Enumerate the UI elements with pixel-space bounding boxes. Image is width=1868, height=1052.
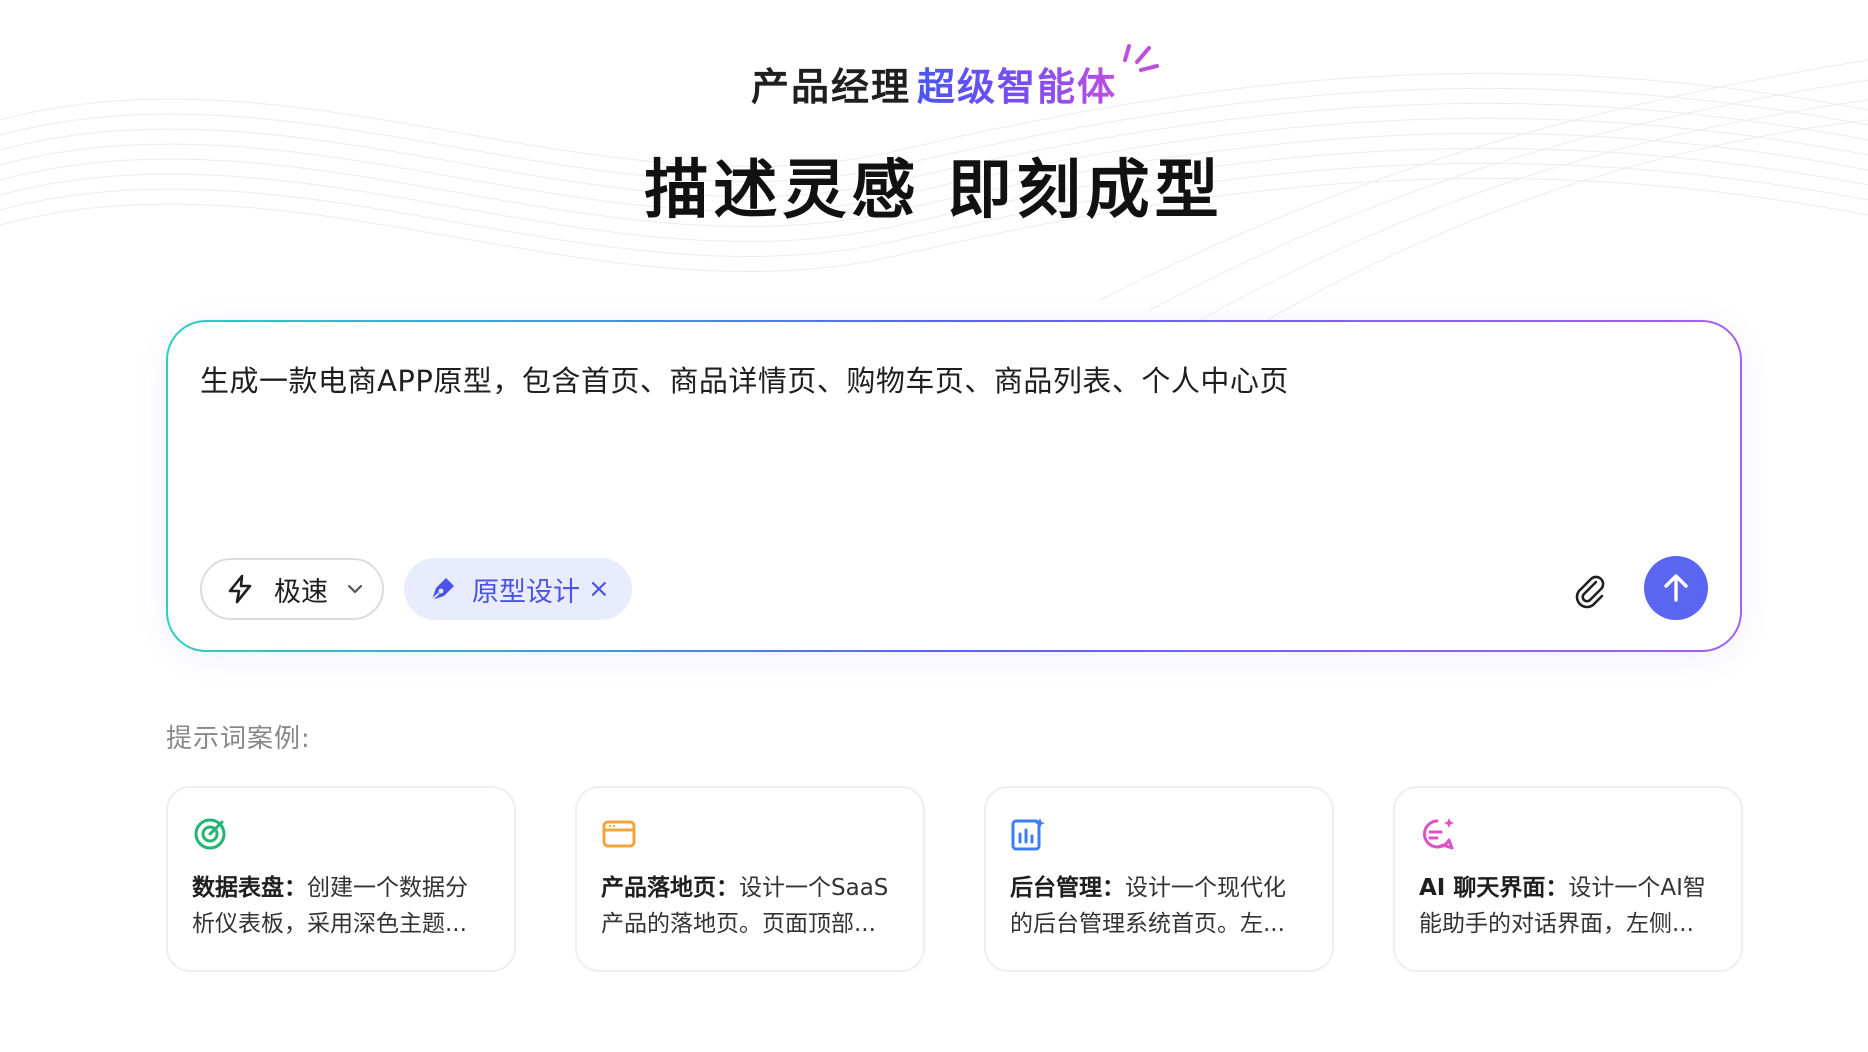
example-card-ai-chat[interactable]: AI 聊天界面：设计一个AI智能助手的对话界面，左侧...: [1393, 786, 1743, 972]
example-cards: 数据表盘：创建一个数据分析仪表板，采用深色主题... 产品落地页：设计一个Saa…: [166, 786, 1743, 972]
tag-close-button[interactable]: ×: [588, 574, 610, 604]
example-card-landing-page[interactable]: 产品落地页：设计一个SaaS产品的落地页。页面顶部...: [575, 786, 925, 972]
example-card-text: 数据表盘：创建一个数据分析仪表板，采用深色主题...: [192, 875, 468, 937]
prompt-input-box: 生成一款电商APP原型，包含首页、商品详情页、购物车页、商品列表、个人中心页 极…: [166, 320, 1742, 652]
attachment-icon[interactable]: [1570, 570, 1610, 610]
lightning-icon: [228, 574, 252, 604]
page-subtitle: 产品经理 超级智能体: [750, 44, 1160, 111]
chart-icon: [1011, 818, 1045, 851]
subtitle-plain: 产品经理: [750, 65, 911, 109]
examples-label: 提示词案例:: [166, 724, 311, 754]
pen-icon: [431, 578, 454, 601]
dashboard-icon: [194, 818, 226, 850]
speed-mode-select[interactable]: 极速: [200, 558, 384, 620]
example-card-text: AI 聊天界面：设计一个AI智能助手的对话界面，左侧...: [1419, 875, 1706, 937]
subtitle-highlight: 超级智能体: [917, 56, 1117, 111]
example-card-title: 数据表盘: [192, 875, 284, 901]
sparkle-icon: [1123, 44, 1160, 72]
example-card-admin[interactable]: 后台管理：设计一个现代化的后台管理系统首页。左...: [984, 786, 1334, 972]
example-card-dashboard[interactable]: 数据表盘：创建一个数据分析仪表板，采用深色主题...: [166, 786, 516, 972]
arrow-up-icon: [1664, 574, 1688, 602]
page-title: 描述灵感 即刻成型: [644, 154, 1224, 228]
prototype-design-label: 原型设计: [472, 576, 580, 608]
chat-icon: [1422, 818, 1454, 850]
prototype-design-tag[interactable]: 原型设计 ×: [404, 558, 632, 620]
chevron-down-icon: [347, 584, 363, 594]
example-card-text: 产品落地页：设计一个SaaS产品的落地页。页面顶部...: [601, 875, 889, 937]
example-card-text: 后台管理：设计一个现代化的后台管理系统首页。左...: [1010, 875, 1286, 937]
example-card-title: 产品落地页: [601, 875, 716, 901]
example-card-title: 后台管理: [1010, 875, 1102, 901]
header: 产品经理 超级智能体 描述灵感 即刻成型: [0, 44, 1868, 231]
browser-window-icon: [602, 820, 636, 848]
example-card-title: AI 聊天界面: [1419, 875, 1546, 901]
prompt-input-inner: 生成一款电商APP原型，包含首页、商品详情页、购物车页、商品列表、个人中心页 极…: [168, 322, 1740, 650]
prompt-input[interactable]: 生成一款电商APP原型，包含首页、商品详情页、购物车页、商品列表、个人中心页: [200, 358, 1289, 400]
speed-mode-label: 极速: [274, 576, 328, 608]
send-button[interactable]: [1644, 556, 1708, 620]
